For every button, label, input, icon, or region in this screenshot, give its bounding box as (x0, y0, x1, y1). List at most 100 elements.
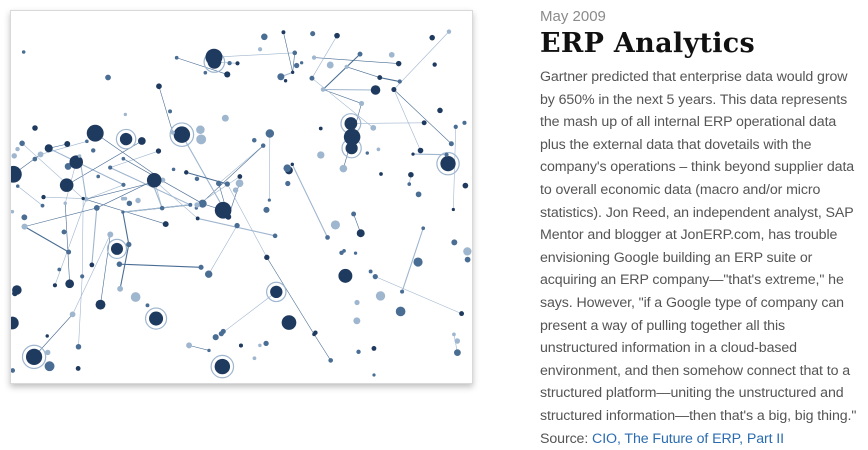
article-title: ERP Analytics (540, 28, 864, 60)
network-node (234, 223, 239, 228)
article-body-text: Gartner predicted that enterprise data w… (540, 69, 856, 447)
network-node (312, 332, 316, 336)
network-node (377, 75, 382, 80)
network-node (463, 247, 471, 255)
network-node (70, 311, 76, 317)
network-node (205, 49, 222, 66)
network-node (292, 51, 297, 56)
network-node (328, 358, 333, 363)
article-date: May 2009 (540, 8, 864, 26)
network-node (465, 257, 471, 263)
network-node (168, 109, 172, 113)
network-node (224, 71, 230, 77)
network-node (258, 344, 262, 348)
network-node (184, 170, 188, 174)
network-node (416, 191, 422, 197)
network-node (62, 230, 67, 235)
network-edge (154, 180, 197, 218)
network-edge (214, 53, 295, 57)
article-column: May 2009 ERP Analytics Gartner predicted… (540, 8, 864, 450)
network-node (377, 148, 381, 152)
network-node (205, 270, 212, 277)
network-node (264, 255, 269, 260)
network-node (111, 243, 123, 255)
network-node (294, 63, 299, 68)
network-edge (292, 164, 327, 237)
network-node (122, 157, 126, 161)
network-node (89, 263, 94, 268)
network-node (135, 198, 140, 203)
network-node (317, 151, 324, 158)
network-edge (227, 184, 267, 257)
network-node (107, 232, 113, 238)
network-node (359, 101, 364, 106)
network-node (235, 61, 239, 65)
network-node (389, 52, 395, 58)
network-edge (380, 78, 400, 82)
network-node (358, 52, 363, 57)
network-node (227, 61, 231, 65)
network-edge (189, 345, 209, 350)
network-node (418, 148, 424, 154)
network-node (160, 206, 165, 211)
network-node (127, 201, 132, 206)
network-node (452, 208, 455, 211)
network-node (78, 154, 82, 158)
network-node (449, 141, 454, 146)
network-node (312, 55, 316, 59)
network-node (225, 181, 230, 186)
network-node (22, 50, 26, 54)
network-node (123, 197, 127, 201)
network-node (120, 133, 132, 145)
network-node (199, 200, 207, 208)
network-node (85, 140, 89, 144)
network-node (366, 151, 369, 154)
network-node (65, 279, 74, 288)
network-node (76, 344, 81, 349)
network-node (146, 303, 150, 307)
network-node (117, 261, 123, 267)
network-node (96, 300, 106, 310)
network-node (300, 61, 303, 64)
network-node (252, 138, 257, 143)
network-node (21, 224, 27, 230)
network-node (408, 172, 414, 178)
network-edge (123, 205, 190, 212)
network-nodes (11, 29, 472, 377)
network-node (147, 173, 162, 188)
network-node (452, 333, 456, 337)
network-node (369, 270, 373, 274)
network-node (310, 31, 315, 36)
network-node (445, 153, 449, 157)
network-node (121, 183, 125, 187)
network-node (379, 172, 383, 176)
network-node (64, 141, 70, 147)
network-node (463, 183, 469, 189)
network-node (356, 350, 360, 354)
network-node (94, 205, 100, 211)
network-edge (394, 90, 451, 144)
network-node (32, 125, 38, 131)
network-node (15, 147, 19, 151)
network-node (371, 85, 381, 95)
network-node (421, 226, 425, 230)
network-edge (25, 227, 69, 252)
network-edge (44, 197, 84, 199)
network-node (266, 129, 274, 137)
network-edge (209, 226, 237, 275)
network-node (11, 210, 14, 214)
network-node (321, 87, 326, 92)
network-edge (18, 186, 43, 206)
network-node (353, 317, 360, 324)
network-node (391, 87, 396, 92)
network-node (174, 126, 191, 143)
network-node (16, 184, 20, 188)
network-node (370, 125, 376, 131)
network-node (45, 361, 55, 371)
network-node (198, 265, 203, 270)
network-node (281, 30, 285, 34)
network-node (270, 286, 282, 298)
network-node (396, 307, 406, 317)
source-link[interactable]: CIO, The Future of ERP, Part II (592, 431, 784, 447)
network-node (156, 148, 161, 153)
